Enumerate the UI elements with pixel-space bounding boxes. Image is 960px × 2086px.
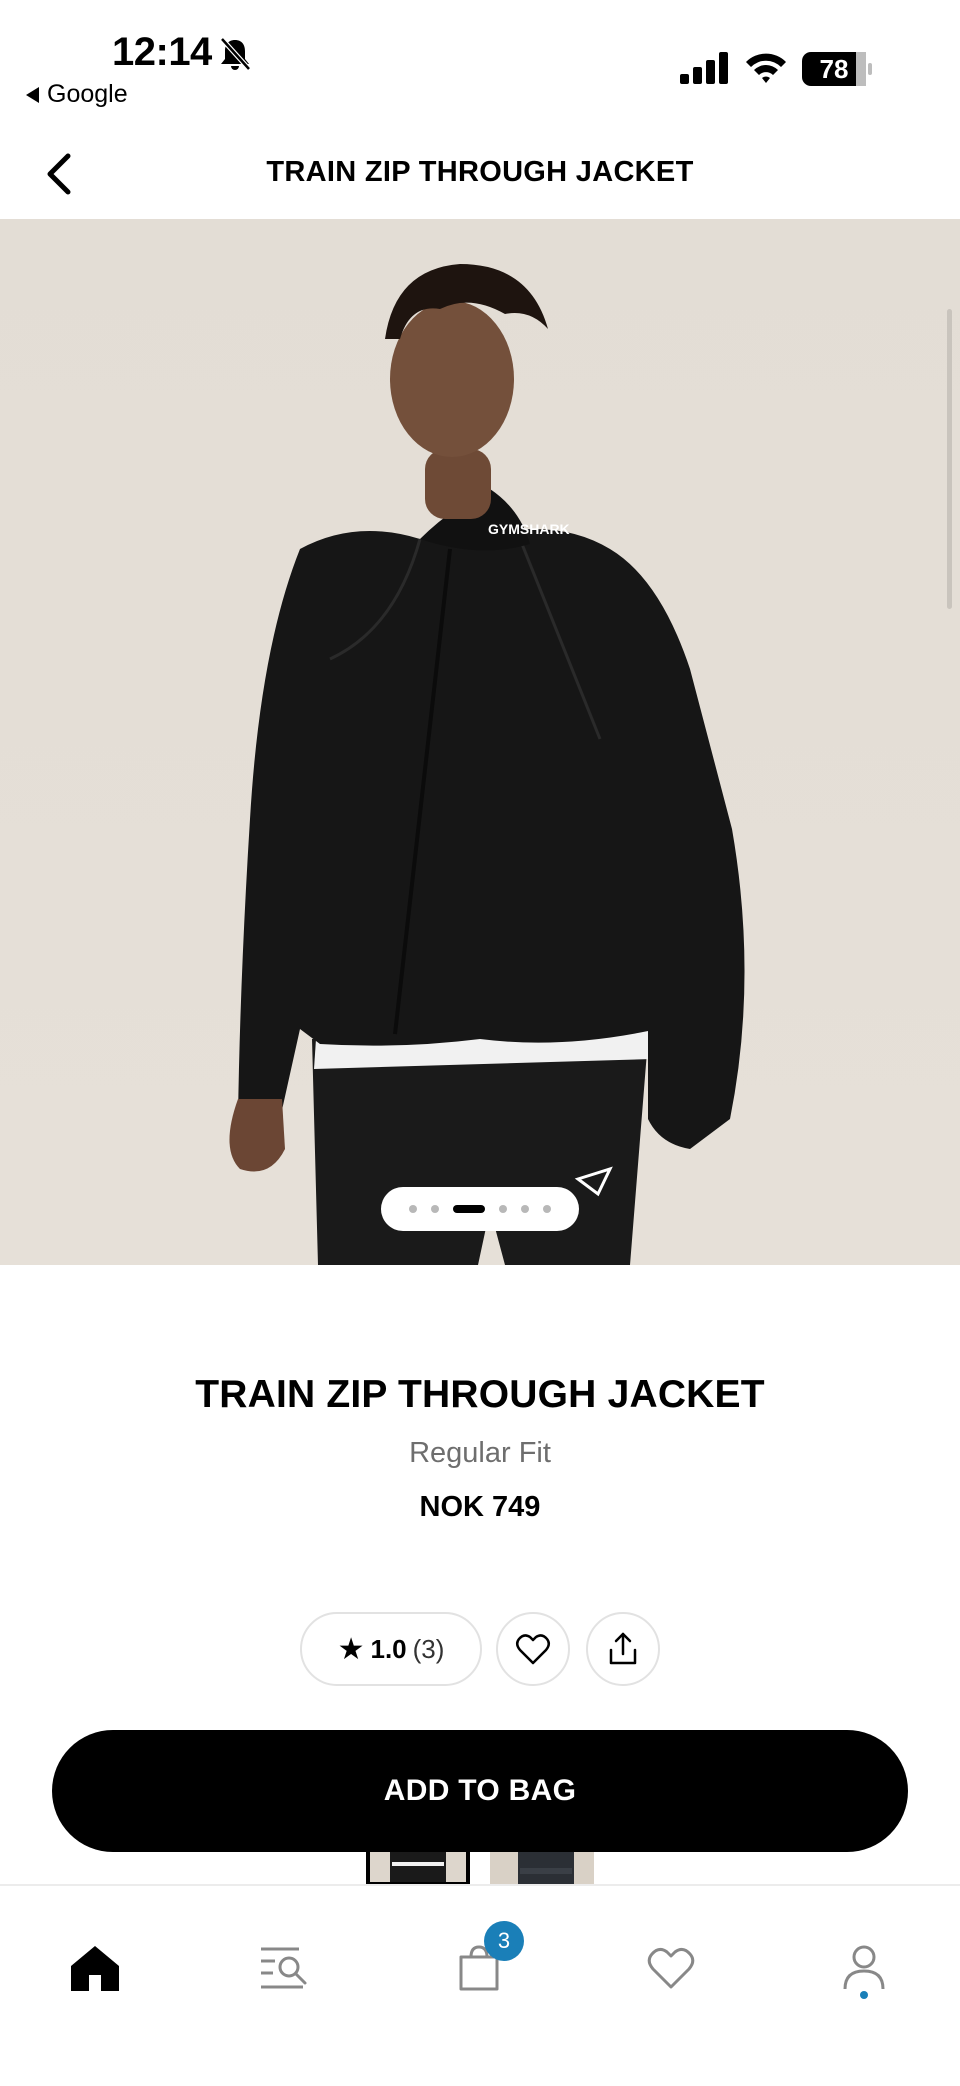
- search-icon: [261, 1947, 307, 1989]
- account-icon: [843, 1945, 885, 1990]
- divider: [0, 1884, 960, 1886]
- nav-wishlist[interactable]: [636, 1933, 706, 2003]
- nav-home[interactable]: [60, 1933, 130, 2003]
- thumbnail-1[interactable]: [366, 1852, 470, 1886]
- battery-level: 78: [819, 54, 849, 84]
- account-indicator-dot: [860, 1991, 868, 1999]
- heart-icon: [516, 1634, 550, 1665]
- product-photo: GYMSHARK: [229, 264, 745, 1265]
- status-bar: 12:14 Google 78: [0, 0, 960, 120]
- page-header: TRAIN ZIP THROUGH JACKET: [0, 130, 960, 220]
- thumbnail-photo: [390, 1852, 446, 1882]
- share-icon: [609, 1632, 637, 1665]
- rating-button[interactable]: ★ 1.0 (3): [300, 1612, 482, 1686]
- pager-dot[interactable]: [409, 1205, 417, 1213]
- back-to-google[interactable]: Google: [26, 80, 128, 109]
- scroll-indicator: [947, 309, 952, 609]
- back-app-label: Google: [47, 80, 128, 108]
- product-fit: Regular Fit: [409, 1437, 551, 1469]
- pager-dot[interactable]: [521, 1205, 529, 1213]
- nav-search[interactable]: [250, 1933, 320, 2003]
- jacket-logo: GYMSHARK: [488, 521, 570, 537]
- bottom-navigation: 3: [0, 1905, 960, 2086]
- status-time: 12:14: [112, 30, 212, 74]
- wishlist-button[interactable]: [496, 1612, 570, 1686]
- thumbnail-strip: [0, 1852, 960, 1886]
- product-image-carousel[interactable]: GYMSHARK: [0, 219, 960, 1265]
- heart-icon: [647, 1947, 695, 1989]
- product-price: NOK 749: [419, 1491, 541, 1523]
- thumbnail-2[interactable]: [490, 1852, 594, 1886]
- pager-dot[interactable]: [499, 1205, 507, 1213]
- pager-dot-active[interactable]: [453, 1205, 485, 1213]
- bag-count-badge: 3: [484, 1921, 524, 1961]
- pager-dot[interactable]: [543, 1205, 551, 1213]
- thumbnail-photo: [518, 1852, 574, 1886]
- image-pager[interactable]: [381, 1187, 579, 1231]
- cellular-signal-icon: [680, 52, 728, 84]
- home-icon: [71, 1946, 119, 1991]
- rating-count: (3): [412, 1633, 445, 1664]
- rating-value: 1.0: [370, 1633, 407, 1664]
- product-title: TRAIN ZIP THROUGH JACKET: [195, 1373, 765, 1416]
- add-to-bag-button[interactable]: ADD TO BAG: [52, 1730, 908, 1852]
- back-triangle-icon: [26, 86, 39, 103]
- share-button[interactable]: [586, 1612, 660, 1686]
- page-title: TRAIN ZIP THROUGH JACKET: [266, 156, 694, 188]
- bell-off-icon: [220, 37, 251, 71]
- wifi-icon: [746, 53, 786, 83]
- pager-dot[interactable]: [431, 1205, 439, 1213]
- star-icon: ★: [337, 1632, 365, 1666]
